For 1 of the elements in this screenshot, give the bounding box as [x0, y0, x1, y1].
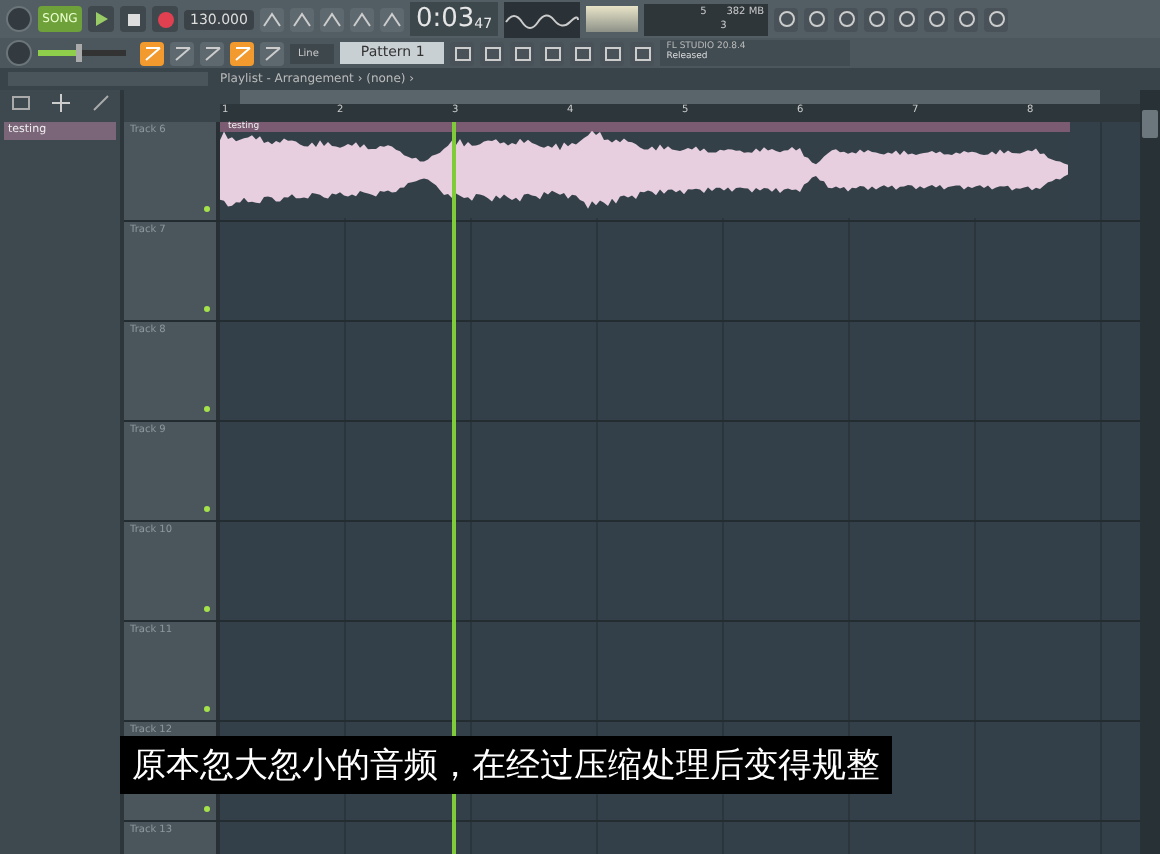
- subtitle-overlay: 原本忽大忽小的音频，在经过压缩处理后变得规整: [120, 736, 892, 794]
